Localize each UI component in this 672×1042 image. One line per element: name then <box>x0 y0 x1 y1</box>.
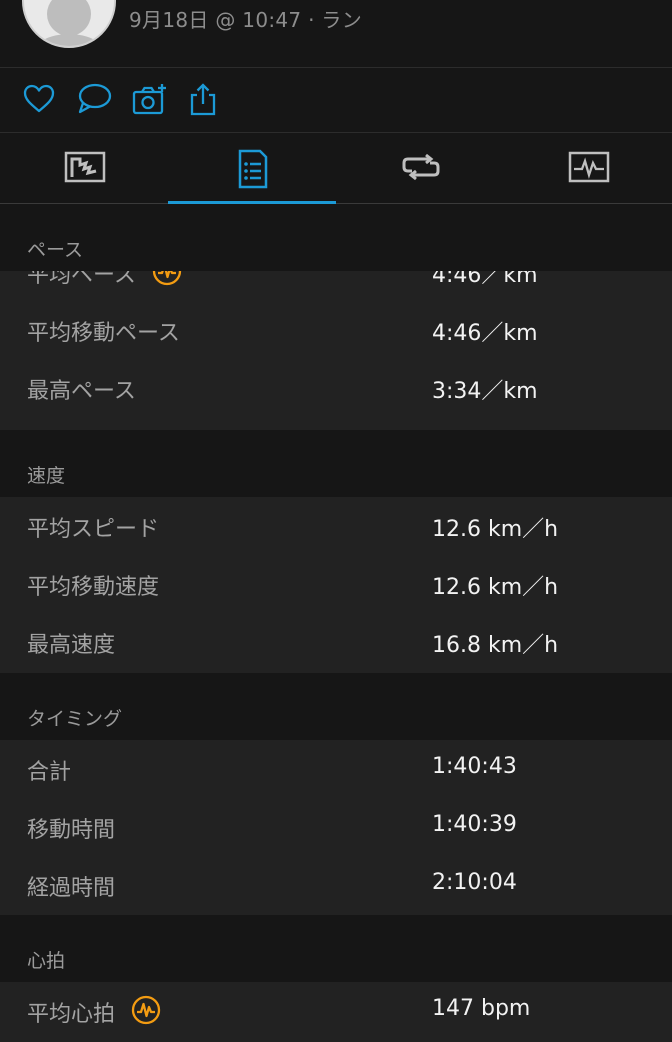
share-icon[interactable] <box>189 82 225 118</box>
stat-value: 147 bpm <box>432 996 531 1021</box>
loop-icon <box>402 153 440 181</box>
stat-value: 2:10:04 <box>432 870 517 895</box>
stat-value: 1:40:39 <box>432 812 517 837</box>
activity-subtitle: 9月18日 @ 10:47 · ラン <box>129 8 362 32</box>
comment-icon[interactable] <box>77 82 113 118</box>
tab-bar <box>0 133 672 204</box>
section-title-heart-rate: 心拍 <box>27 950 66 972</box>
chart-icon <box>568 151 610 183</box>
stat-value: 12.6 km／h <box>432 517 559 542</box>
section-header-speed: 速度 <box>0 430 672 497</box>
action-bar <box>0 68 672 133</box>
stat-row-avg-speed[interactable]: 平均スピード 12.6 km／h <box>0 497 672 555</box>
section-header-timing: タイミング <box>0 673 672 740</box>
section-title-speed: 速度 <box>27 465 66 487</box>
section-header-pace: ペース <box>0 204 672 271</box>
section-title-pace: ペース <box>27 239 84 261</box>
stat-label: 合計 <box>27 760 72 785</box>
camera-plus-icon[interactable] <box>132 82 168 118</box>
stat-row-elapsed-time[interactable]: 経過時間 2:10:04 <box>0 856 672 914</box>
stat-label: 平均心拍 <box>27 1002 116 1027</box>
stat-label: 平均ペース <box>27 271 136 288</box>
stat-label: 平均移動速度 <box>27 575 160 600</box>
stat-row-max-speed[interactable]: 最高速度 16.8 km／h <box>0 613 672 671</box>
section-header-heart-rate: 心拍 <box>0 915 672 982</box>
tab-map[interactable] <box>0 133 168 203</box>
stat-row-total-time[interactable]: 合計 1:40:43 <box>0 740 672 798</box>
stat-row-avg-pace[interactable]: 平均ペース 4:46／km <box>0 271 672 301</box>
fire-badge-icon <box>152 271 182 286</box>
stat-row-best-pace[interactable]: 最高ペース 3:34／km <box>0 359 672 417</box>
document-list-icon <box>238 149 268 189</box>
stat-label: 経過時間 <box>27 876 116 901</box>
avatar[interactable] <box>22 0 116 48</box>
fire-badge-icon <box>131 995 161 1025</box>
stat-value: 16.8 km／h <box>432 633 559 658</box>
section-timing: 合計 1:40:43 移動時間 1:40:39 経過時間 2:10:04 <box>0 740 672 915</box>
stat-label: 最高速度 <box>27 633 116 658</box>
stat-row-avg-moving-speed[interactable]: 平均移動速度 12.6 km／h <box>0 555 672 613</box>
stat-row-avg-moving-pace[interactable]: 平均移動ペース 4:46／km <box>0 301 672 359</box>
stat-row-avg-heart-rate[interactable]: 平均心拍 147 bpm <box>0 982 672 1040</box>
tab-charts[interactable] <box>504 133 672 203</box>
section-pace: 平均ペース 4:46／km 平均移動ペース 4:46／km 最高ペース 3:34… <box>0 271 672 430</box>
section-speed: 平均スピード 12.6 km／h 平均移動速度 12.6 km／h 最高速度 1… <box>0 497 672 673</box>
stat-value: 4:46／km <box>432 271 538 288</box>
stat-label: 平均スピード <box>27 517 160 542</box>
stat-value: 12.6 km／h <box>432 575 559 600</box>
user-silhouette-icon <box>36 0 102 46</box>
tab-laps[interactable] <box>336 133 504 203</box>
stat-label: 移動時間 <box>27 818 116 843</box>
stat-label: 最高ペース <box>27 379 136 404</box>
stat-label: 平均移動ペース <box>27 321 180 346</box>
activity-header: 9月18日 @ 10:47 · ラン <box>0 0 672 68</box>
stat-value: 3:34／km <box>432 379 538 404</box>
stat-value: 4:46／km <box>432 321 538 346</box>
section-title-timing: タイミング <box>27 708 123 730</box>
map-icon <box>64 151 106 183</box>
stat-value: 1:40:43 <box>432 754 517 779</box>
stat-row-moving-time[interactable]: 移動時間 1:40:39 <box>0 798 672 856</box>
stats-content: ペース 平均ペース 4:46／km 平均移動ペース 4:46／km 最高ペース … <box>0 204 672 1042</box>
tab-stats[interactable] <box>168 133 336 204</box>
heart-icon[interactable] <box>22 82 58 118</box>
section-heart-rate: 平均心拍 147 bpm <box>0 982 672 1042</box>
